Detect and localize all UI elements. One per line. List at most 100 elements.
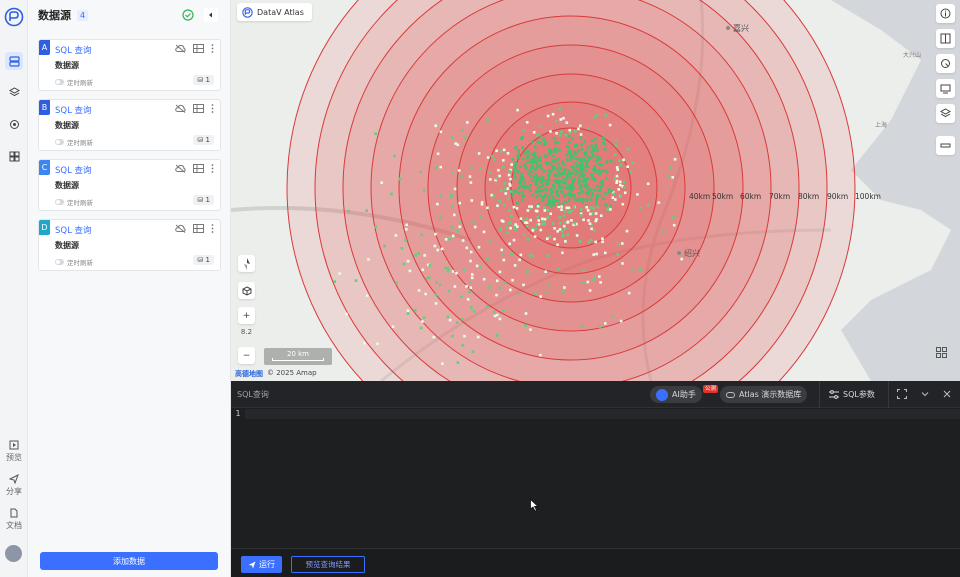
cloud-off-icon[interactable]	[175, 164, 186, 173]
table-icon[interactable]	[193, 224, 204, 233]
scheduled-refresh-toggle[interactable]: 定时刷新	[55, 137, 93, 147]
density-hexagon	[572, 156, 576, 160]
density-hexagon	[434, 166, 438, 169]
query-type-label: SQL 查询	[55, 46, 92, 56]
density-hexagon	[513, 264, 517, 267]
share-nav-button[interactable]: 分享	[0, 474, 28, 497]
map-view[interactable]: 40km 50km 60km 70km 80km 90km 100km 嘉兴 绍兴 大兴山 …	[231, 0, 960, 381]
toggle-switch[interactable]	[55, 259, 64, 265]
preview-nav-button[interactable]: 预览	[0, 440, 28, 463]
scheduled-refresh-toggle[interactable]: 定时刷新	[55, 77, 93, 87]
density-hexagon	[564, 200, 567, 204]
density-hexagon	[493, 310, 496, 314]
density-hexagon	[591, 176, 594, 180]
layers-nav-icon[interactable]	[5, 83, 23, 101]
density-hexagon	[522, 129, 525, 132]
density-hexagon	[451, 234, 455, 238]
density-hexagon	[514, 228, 517, 231]
more-vertical-icon[interactable]	[211, 224, 214, 233]
density-hexagon	[456, 143, 460, 147]
datasource-nav-icon[interactable]	[5, 52, 23, 70]
density-hexagon	[472, 310, 476, 313]
cloud-off-icon[interactable]	[175, 104, 186, 113]
density-hexagon	[526, 238, 530, 241]
scale-label: 20 km	[286, 350, 309, 358]
more-vertical-icon[interactable]	[211, 44, 214, 53]
cloud-off-icon[interactable]	[175, 44, 186, 53]
grid-view-icon[interactable]	[936, 347, 947, 358]
collapse-panel-button[interactable]	[204, 8, 218, 22]
cloud-off-icon[interactable]	[175, 224, 186, 233]
close-icon[interactable]	[942, 389, 952, 399]
density-hexagon	[569, 158, 573, 161]
more-vertical-icon[interactable]	[211, 104, 214, 113]
docs-nav-button[interactable]: 文档	[0, 508, 28, 531]
density-hexagon	[347, 209, 350, 213]
density-hexagon	[529, 183, 532, 187]
toggle-switch[interactable]	[55, 79, 64, 85]
density-hexagon	[591, 139, 594, 142]
ai-helper-button[interactable]: AI助手	[650, 386, 702, 403]
density-hexagon	[469, 286, 473, 289]
density-hexagon	[557, 171, 561, 175]
datav-logo-icon[interactable]	[4, 7, 24, 27]
density-hexagon	[593, 188, 597, 192]
scheduled-refresh-toggle[interactable]: 定时刷新	[55, 257, 93, 267]
density-hexagon	[621, 202, 625, 206]
line-number-gutter: 1	[231, 408, 245, 548]
database-select[interactable]: Atlas 演示数据库	[720, 386, 808, 403]
zoom-out-button[interactable]: −	[238, 347, 255, 364]
info-icon	[940, 8, 951, 19]
table-icon[interactable]	[193, 164, 204, 173]
table-icon[interactable]	[193, 104, 204, 113]
compass-button[interactable]	[238, 255, 255, 272]
legend-button[interactable]	[936, 136, 955, 155]
compass-icon	[243, 257, 250, 270]
density-hexagon	[601, 179, 604, 183]
datasource-card[interactable]: D SQL 查询 数据源 定时刷新 ⛁ 1	[38, 219, 221, 271]
density-hexagon	[530, 140, 534, 143]
datasource-count-badge: 4	[77, 9, 89, 21]
3d-view-button[interactable]	[238, 282, 255, 299]
datasource-card[interactable]: B SQL 查询 数据源 定时刷新 ⛁ 1	[38, 99, 221, 151]
fullscreen-icon[interactable]	[897, 389, 907, 399]
toggle-switch[interactable]	[55, 139, 64, 145]
add-data-button[interactable]: 添加数据	[40, 552, 218, 570]
density-hexagon	[440, 247, 444, 251]
toggle-switch[interactable]	[55, 199, 64, 205]
map-canvas[interactable]: 40km 50km 60km 70km 80km 90km 100km 嘉兴 绍兴 大兴山 …	[231, 0, 960, 381]
table-icon[interactable]	[193, 44, 204, 53]
density-hexagon	[538, 125, 542, 128]
density-hexagon	[486, 156, 490, 159]
density-hexagon	[538, 194, 541, 197]
density-hexagon	[537, 219, 540, 222]
user-avatar[interactable]	[5, 545, 22, 562]
density-hexagon	[450, 193, 453, 196]
info-button[interactable]	[936, 4, 955, 23]
density-hexagon	[426, 276, 429, 280]
datasource-card[interactable]: A SQL 查询 数据源 定时刷新 ⛁ 1	[38, 39, 221, 91]
locate-button[interactable]	[936, 54, 955, 73]
density-hexagon	[496, 279, 499, 283]
sql-code-input[interactable]	[245, 409, 960, 419]
components-nav-icon[interactable]	[5, 147, 23, 165]
density-hexagon	[451, 334, 454, 338]
split-view-button[interactable]	[936, 29, 955, 48]
density-hexagon	[558, 222, 562, 225]
zoom-in-button[interactable]: +	[238, 307, 255, 324]
preview-results-button[interactable]: 预览查询结果	[291, 556, 365, 573]
check-circle-icon[interactable]	[182, 9, 194, 21]
run-button[interactable]: 运行	[241, 556, 282, 573]
datasource-name: 数据源	[55, 181, 79, 190]
sql-params-button[interactable]: SQL参数	[829, 389, 875, 400]
density-hexagon	[622, 186, 626, 189]
chevron-down-icon[interactable]	[920, 389, 930, 399]
datasource-card[interactable]: C SQL 查询 数据源 定时刷新 ⛁ 1	[38, 159, 221, 211]
layers-button[interactable]	[936, 104, 955, 123]
density-hexagon	[592, 147, 595, 151]
analysis-nav-icon[interactable]	[5, 115, 23, 133]
more-vertical-icon[interactable]	[211, 164, 214, 173]
scheduled-refresh-toggle[interactable]: 定时刷新	[55, 197, 93, 207]
density-hexagon	[514, 161, 517, 164]
screen-button[interactable]	[936, 79, 955, 98]
